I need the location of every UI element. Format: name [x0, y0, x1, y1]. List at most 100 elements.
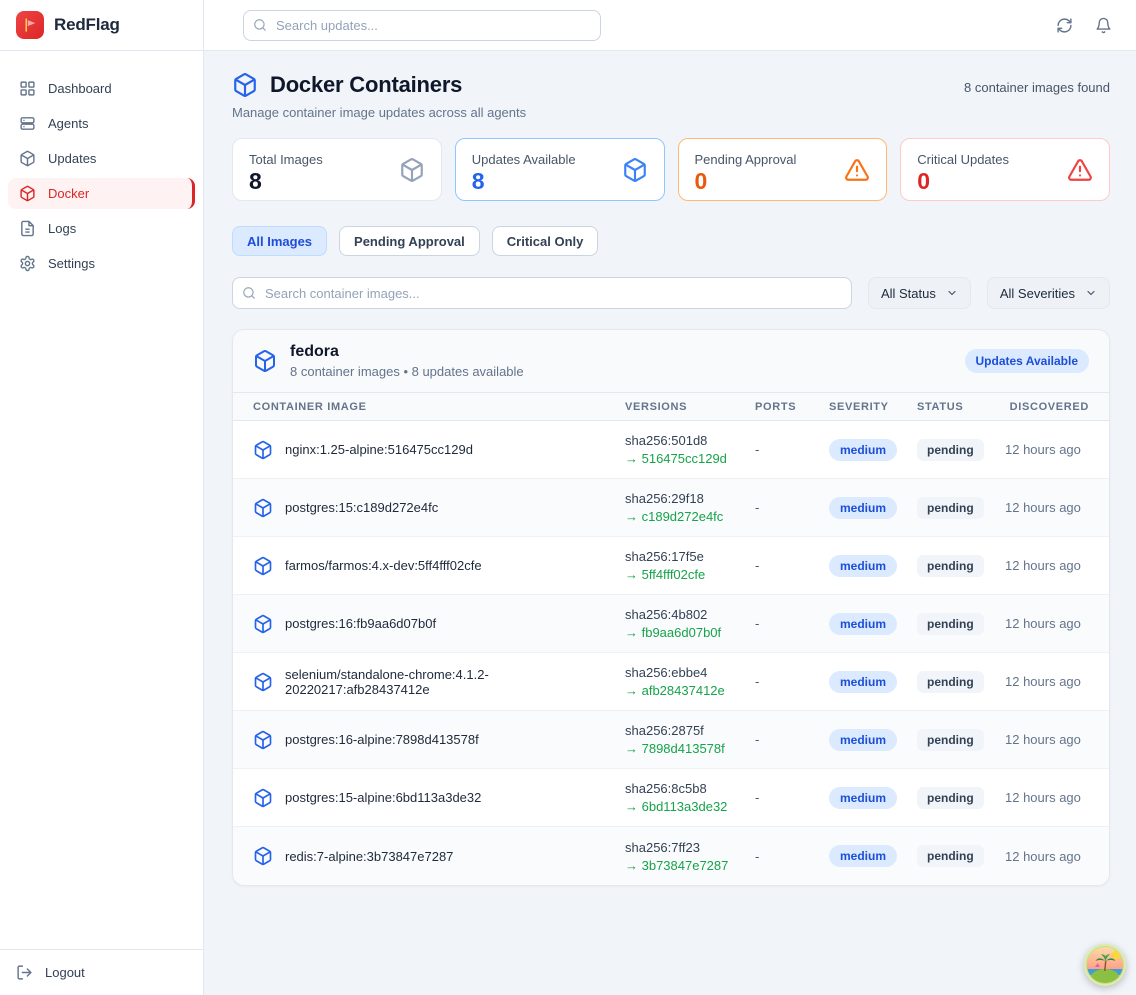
container-image-name: farmos/farmos:4.x-dev:5ff4fff02cfe: [285, 558, 482, 573]
update-version: → 7898d413578f: [625, 741, 755, 756]
sidebar-item-logs[interactable]: Logs: [8, 213, 195, 244]
table-row[interactable]: farmos/farmos:4.x-dev:5ff4fff02cfe sha25…: [233, 537, 1109, 595]
table-row[interactable]: postgres:15-alpine:6bd113a3de32 sha256:8…: [233, 769, 1109, 827]
file-text-icon: [19, 220, 36, 237]
docker-cube-icon: [253, 349, 277, 373]
discovered-cell: 12 hours ago: [1005, 616, 1089, 631]
search-icon: [253, 18, 267, 32]
status-badge: pending: [917, 845, 984, 867]
sidebar-item-updates[interactable]: Updates: [8, 143, 195, 174]
update-version: → 5ff4fff02cfe: [625, 567, 755, 582]
sidebar-item-agents[interactable]: Agents: [8, 108, 195, 139]
stat-card-updates-available: Updates Available 8: [455, 138, 665, 201]
status-badge: pending: [917, 671, 984, 693]
docker-cube-icon: [19, 185, 36, 202]
search-icon: [242, 286, 256, 300]
table-row[interactable]: selenium/standalone-chrome:4.1.2-2022021…: [233, 653, 1109, 711]
sidebar-nav: Dashboard Agents Updates Docker Logs Set…: [0, 51, 203, 949]
package-icon: [19, 150, 36, 167]
tab-critical-only[interactable]: Critical Only: [492, 226, 599, 256]
package-icon: [399, 157, 425, 183]
island-fab-button[interactable]: [1083, 943, 1127, 987]
alert-triangle-icon: [844, 157, 870, 183]
col-container-image: Container Image: [253, 401, 625, 413]
table-row[interactable]: redis:7-alpine:3b73847e7287 sha256:7ff23…: [233, 827, 1109, 885]
update-version: → fb9aa6d07b0f: [625, 625, 755, 640]
chevron-down-icon: [946, 287, 958, 299]
docker-cube-icon: [253, 788, 273, 808]
current-version: sha256:17f5e: [625, 549, 755, 564]
status-badge: pending: [917, 439, 984, 461]
sidebar-item-dashboard[interactable]: Dashboard: [8, 73, 195, 104]
sidebar-item-docker[interactable]: Docker: [8, 178, 195, 209]
status-select-value: All Status: [881, 286, 936, 301]
docker-cube-icon: [253, 556, 273, 576]
sidebar: RedFlag Dashboard Agents Updates Docker …: [0, 0, 204, 995]
severity-badge: medium: [829, 845, 897, 867]
container-table-card: fedora 8 container images • 8 updates av…: [232, 329, 1110, 886]
logout-icon: [16, 964, 33, 981]
current-version: sha256:8c5b8: [625, 781, 755, 796]
table-row[interactable]: postgres:16-alpine:7898d413578f sha256:2…: [233, 711, 1109, 769]
refresh-button[interactable]: [1056, 17, 1073, 34]
table-row[interactable]: nginx:1.25-alpine:516475cc129d sha256:50…: [233, 421, 1109, 479]
sidebar-item-label: Docker: [48, 186, 89, 201]
sidebar-item-settings[interactable]: Settings: [8, 248, 195, 279]
chevron-down-icon: [1085, 287, 1097, 299]
filter-tabs: All Images Pending Approval Critical Onl…: [232, 226, 1110, 256]
topbar: [204, 0, 1136, 51]
severity-badge: medium: [829, 555, 897, 577]
discovered-cell: 12 hours ago: [1005, 849, 1089, 864]
global-search-input[interactable]: [243, 10, 601, 41]
table-row[interactable]: postgres:15:c189d272e4fc sha256:29f18 → …: [233, 479, 1109, 537]
sidebar-item-label: Dashboard: [48, 81, 112, 96]
ports-cell: -: [755, 500, 829, 515]
current-version: sha256:2875f: [625, 723, 755, 738]
update-version: → 516475cc129d: [625, 451, 755, 466]
update-version: → 3b73847e7287: [625, 858, 755, 873]
brand: RedFlag: [0, 0, 203, 51]
container-image-name: redis:7-alpine:3b73847e7287: [285, 849, 453, 864]
severity-select[interactable]: All Severities: [987, 277, 1110, 309]
tab-all-images[interactable]: All Images: [232, 226, 327, 256]
severity-badge: medium: [829, 671, 897, 693]
sidebar-item-label: Logs: [48, 221, 76, 236]
table-row[interactable]: postgres:16:fb9aa6d07b0f sha256:4b802 → …: [233, 595, 1109, 653]
docker-cube-icon: [253, 730, 273, 750]
current-version: sha256:ebbe4: [625, 665, 755, 680]
status-badge: pending: [917, 787, 984, 809]
status-select[interactable]: All Status: [868, 277, 971, 309]
update-version: → c189d272e4fc: [625, 509, 755, 524]
sidebar-item-label: Updates: [48, 151, 96, 166]
col-discovered: Discovered: [1005, 401, 1089, 413]
tab-pending-approval[interactable]: Pending Approval: [339, 226, 480, 256]
container-image-name: postgres:15:c189d272e4fc: [285, 500, 438, 515]
severity-badge: medium: [829, 613, 897, 635]
image-search: [232, 277, 852, 309]
docker-cube-icon: [253, 846, 273, 866]
severity-badge: medium: [829, 497, 897, 519]
updates-available-badge: Updates Available: [965, 349, 1089, 373]
redflag-logo-icon: [16, 11, 44, 39]
image-search-input[interactable]: [232, 277, 852, 309]
stat-card-pending-approval: Pending Approval 0: [678, 138, 888, 201]
alert-triangle-icon: [1067, 157, 1093, 183]
ports-cell: -: [755, 849, 829, 864]
notifications-bell-button[interactable]: [1095, 17, 1112, 34]
sidebar-item-label: Settings: [48, 256, 95, 271]
logout-button[interactable]: Logout: [16, 964, 187, 981]
ports-cell: -: [755, 790, 829, 805]
update-version: → afb28437412e: [625, 683, 755, 698]
container-image-name: postgres:15-alpine:6bd113a3de32: [285, 790, 481, 805]
status-badge: pending: [917, 729, 984, 751]
discovered-cell: 12 hours ago: [1005, 732, 1089, 747]
docker-cube-icon: [253, 614, 273, 634]
current-version: sha256:4b802: [625, 607, 755, 622]
docker-cube-icon: [622, 157, 648, 183]
discovered-cell: 12 hours ago: [1005, 674, 1089, 689]
group-meta: 8 container images • 8 updates available: [290, 364, 524, 379]
current-version: sha256:29f18: [625, 491, 755, 506]
page-head: Docker Containers Manage container image…: [232, 72, 1110, 120]
page-subtitle: Manage container image updates across al…: [232, 105, 526, 120]
docker-cube-icon: [232, 72, 258, 98]
